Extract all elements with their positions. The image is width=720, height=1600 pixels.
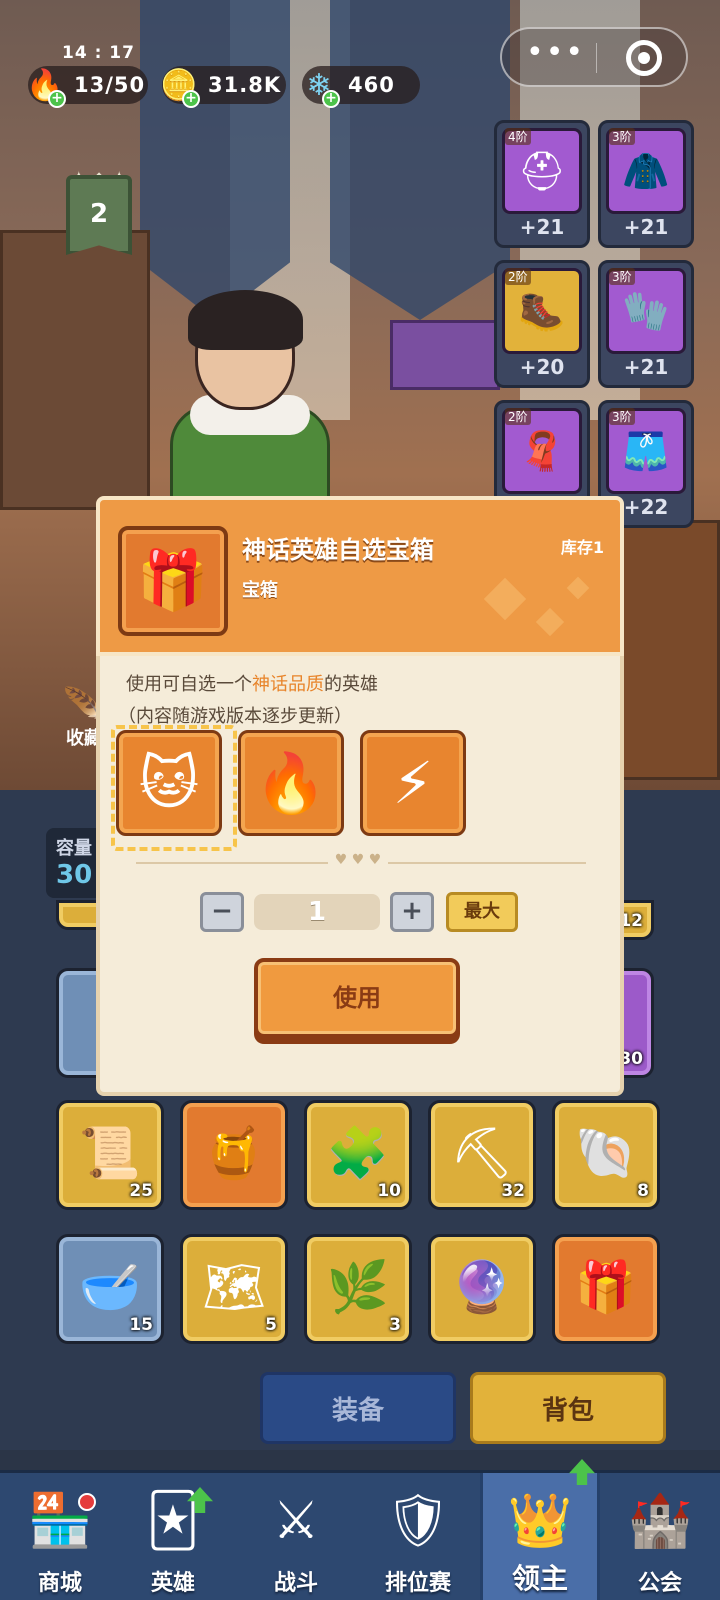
nav-hero[interactable]: 🃏 英雄 <box>113 1473 233 1600</box>
item-use-dialog: 🎁 神话英雄自选宝箱 宝箱 库存1 使用可自选一个神话品质的英雄 （内容随游戏版… <box>96 496 624 1096</box>
ranking-shield-icon: 🛡 <box>384 1491 451 1551</box>
equip-tier: 3阶 <box>609 268 635 285</box>
hero-cat-girl-icon: 🐱 <box>138 749 200 817</box>
bottom-navigation: 🏪 商城 🃏 英雄 ⚔ 战斗 🛡 排位赛 👑 领主 🏰 公会 <box>0 1459 720 1600</box>
bag-tab-button[interactable]: 背包 <box>470 1372 666 1444</box>
nav-ranking[interactable]: 🛡 排位赛 <box>358 1473 478 1600</box>
status-time: 14 : 17 <box>62 43 135 63</box>
use-button[interactable]: 使用 <box>254 958 460 1038</box>
lord-banner-icon: 👑 <box>507 1491 573 1551</box>
nav-label: 战斗 <box>273 1571 318 1596</box>
equip-tier: 3阶 <box>609 408 635 425</box>
crystal-counter[interactable]: ❄ + 460 <box>302 66 420 108</box>
crystal-value: 460 <box>348 73 395 97</box>
hero-option-3[interactable]: ⚡ <box>360 730 466 836</box>
hero-purple-flame-icon: 🔥 <box>254 749 328 817</box>
equip-slot-armor[interactable]: 🧥 3阶 +21 <box>598 120 694 248</box>
guild-castle-icon: 🏰 <box>627 1491 693 1551</box>
inventory-item-puzzle-map[interactable]: 🗺 5 <box>180 1234 288 1344</box>
notification-dot <box>78 1493 96 1511</box>
item-count: 3 <box>389 1315 401 1335</box>
equip-slot-helmet[interactable]: ⛑ 4阶 +21 <box>494 120 590 248</box>
quantity-field[interactable]: 1 <box>254 894 380 930</box>
inventory-item-purple-orb[interactable]: 🔮 <box>428 1234 536 1344</box>
dialog-body: 使用可自选一个神话品质的英雄 （内容随游戏版本逐步更新） 🐱 🔥 ⚡ ♥ ♥ ♥… <box>96 656 624 1096</box>
gold-counter[interactable]: 🪙 + 31.8K <box>160 66 286 108</box>
add-crystal-icon[interactable]: + <box>322 90 340 108</box>
nav-label: 商城 <box>37 1571 82 1596</box>
crossed-swords-icon: ⚔ <box>272 1491 320 1551</box>
nav-guild[interactable]: 🏰 公会 <box>600 1473 720 1600</box>
quality-highlight: 神话品质 <box>252 674 324 695</box>
treasure-chest-icon: 🎁 <box>118 526 228 636</box>
nav-label: 排位赛 <box>384 1571 451 1596</box>
dialog-title: 神话英雄自选宝箱 <box>242 536 434 564</box>
hero-lightning-knight-icon: ⚡ <box>392 749 434 817</box>
divider-ornament-icon: ♥ ♥ ♥ <box>328 852 388 872</box>
item-count: 5 <box>265 1315 277 1335</box>
equip-tier: 3阶 <box>609 128 635 145</box>
lord-level-badge[interactable]: 2 <box>66 175 132 255</box>
nav-label: 领主 <box>511 1562 568 1595</box>
dialog-header: 🎁 神话英雄自选宝箱 宝箱 库存1 <box>96 496 624 656</box>
item-count: 8 <box>637 1181 649 1201</box>
miniprogram-capsule: ••• <box>500 27 688 87</box>
inventory-item-mortar[interactable]: 🥣 15 <box>56 1234 164 1344</box>
nav-battle[interactable]: ⚔ 战斗 <box>236 1473 356 1600</box>
hero-option-2[interactable]: 🔥 <box>238 730 344 836</box>
equip-tier: 2阶 <box>505 268 531 285</box>
nav-lord[interactable]: 👑 领主 <box>480 1459 600 1600</box>
add-gold-icon[interactable]: + <box>182 90 200 108</box>
equip-tier: 2阶 <box>505 408 531 425</box>
increase-quantity-button[interactable]: + <box>390 892 434 932</box>
stamina-value: 13/50 <box>74 73 146 97</box>
equip-bonus: +21 <box>519 215 565 239</box>
more-menu-icon[interactable]: ••• <box>526 38 583 73</box>
purple-orb-icon: 🔮 <box>450 1258 514 1316</box>
nav-label: 英雄 <box>150 1571 195 1596</box>
inventory-item-scroll[interactable]: 📜 25 <box>56 1100 164 1210</box>
wall-banner <box>330 0 510 320</box>
close-program-icon[interactable] <box>626 40 662 76</box>
item-count: 32 <box>501 1181 525 1201</box>
equip-slot-gloves[interactable]: 🧤 3阶 +21 <box>598 260 694 388</box>
inventory-item-honey-jar[interactable]: 🍯 <box>180 1100 288 1210</box>
max-quantity-button[interactable]: 最大 <box>446 892 518 932</box>
add-stamina-icon[interactable]: + <box>48 90 66 108</box>
nav-shop[interactable]: 🏪 商城 <box>0 1473 120 1600</box>
equip-bonus: +20 <box>519 355 565 379</box>
shop-icon: 🏪 <box>27 1491 93 1551</box>
nav-label: 公会 <box>637 1571 682 1596</box>
inventory-item-hero-chest[interactable]: 🎁 <box>552 1234 660 1344</box>
inventory-item-pearl-shell[interactable]: 🐚 8 <box>552 1100 660 1210</box>
treasure-chest-icon: 🎁 <box>574 1258 638 1316</box>
wall-banner <box>140 0 290 320</box>
hero-option-1[interactable]: 🐱 <box>111 725 237 851</box>
equip-slot-boots[interactable]: 🥾 2阶 +20 <box>494 260 590 388</box>
dialog-subtitle: 宝箱 <box>242 580 278 601</box>
equip-bonus: +21 <box>623 355 669 379</box>
gold-value: 31.8K <box>208 73 282 97</box>
bookshelf <box>0 230 150 510</box>
item-count: 25 <box>129 1181 153 1201</box>
book-stack <box>390 320 500 390</box>
equip-bonus: +21 <box>623 215 669 239</box>
item-count: 10 <box>377 1181 401 1201</box>
item-count: 15 <box>129 1315 153 1335</box>
stamina-counter[interactable]: 🔥 + 13/50 <box>26 66 148 108</box>
equip-tier: 4阶 <box>505 128 531 145</box>
equip-tab-button[interactable]: 装备 <box>260 1372 456 1444</box>
stock-count: 库存1 <box>560 538 604 557</box>
dialog-description: 使用可自选一个神话品质的英雄 <box>126 674 378 695</box>
inventory-item-herb[interactable]: 🌿 3 <box>304 1234 412 1344</box>
upgrade-arrow-icon <box>569 1459 595 1485</box>
honey-jar-icon: 🍯 <box>202 1124 266 1182</box>
decrease-quantity-button[interactable]: − <box>200 892 244 932</box>
inventory-item-hero-shard[interactable]: 🧩 10 <box>304 1100 412 1210</box>
inventory-item-pickaxe[interactable]: ⛏ 32 <box>428 1100 536 1210</box>
hero-card-icon: 🃏 <box>146 1491 200 1551</box>
